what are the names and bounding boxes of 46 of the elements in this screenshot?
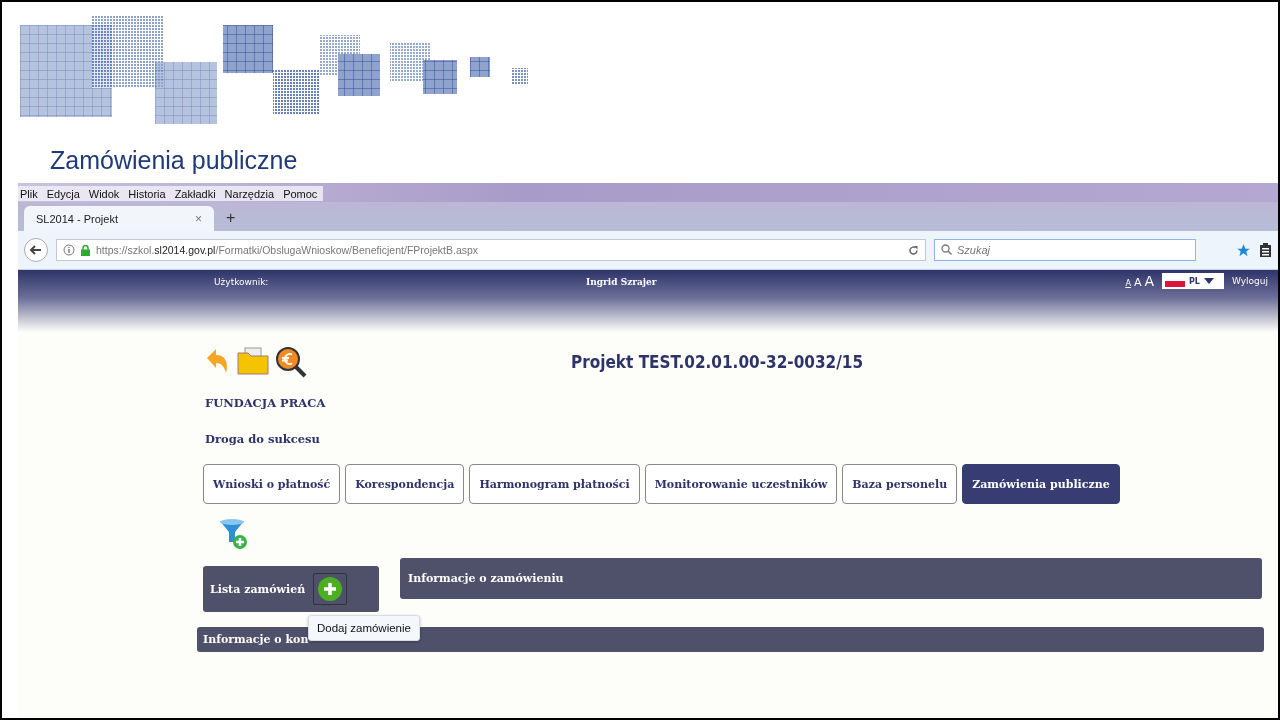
clipboard-icon[interactable] [1259, 242, 1272, 258]
info-icon[interactable] [63, 244, 75, 256]
search-field[interactable]: Szukaj [934, 239, 1196, 261]
menu-item[interactable]: Zakładki [174, 188, 216, 200]
nav-tab[interactable]: Baza personelu [842, 464, 958, 504]
panel-title: Informacje o zamówieniu [408, 572, 564, 585]
nav-tab[interactable]: Harmonogram płatności [469, 464, 640, 504]
menu-item[interactable]: Historia [128, 188, 166, 200]
menu-item[interactable]: Narzędzia [224, 188, 275, 200]
url-text: https://szkol.sl2014.gov.pl/Formatki/ObslugaWnioskow/Beneficjent/FProjektB.aspx [96, 244, 480, 256]
address-bar[interactable]: https://szkol.sl2014.gov.pl/Formatki/ObslugaWnioskow/Beneficjent/FProjektB.aspx [56, 239, 926, 261]
slide-title: Zamówienia publiczne [50, 146, 299, 175]
user-label: Użytkownik: [214, 277, 270, 287]
reload-icon[interactable] [908, 244, 919, 256]
nav-tab[interactable]: Monitorowanie uczestników [644, 464, 838, 504]
browser-tab[interactable]: SL2014 - Projekt × [24, 206, 214, 231]
menu-item[interactable]: Pomoc [283, 188, 318, 200]
star-icon[interactable] [1236, 242, 1251, 258]
panel-title: Informacje o kon [203, 633, 309, 646]
filter-add-icon[interactable] [218, 518, 248, 550]
font-size-link[interactable]: A [1133, 276, 1142, 289]
user-name: Ingrid Szrajer [586, 277, 657, 287]
project-name: Droga do sukcesu [205, 432, 321, 446]
nav-tab[interactable]: Wnioski o płatność [203, 464, 341, 504]
logout-link[interactable]: Wyloguj [1232, 276, 1268, 286]
tab-title: SL2014 - Projekt [36, 212, 118, 225]
add-button[interactable] [313, 573, 348, 605]
lock-icon [81, 244, 90, 256]
panel-title: Lista zamówień [210, 582, 306, 596]
font-size-link[interactable]: A [1144, 273, 1154, 289]
nav-tab[interactable]: Korespondencja [345, 464, 465, 504]
menu-item[interactable]: Widok [88, 188, 120, 200]
euro-magnifier-icon[interactable] [275, 346, 307, 378]
project-title: Projekt TEST.02.01.00-32-0032/15 [571, 352, 864, 372]
nav-tab[interactable]: Zamówienia publiczne [962, 464, 1120, 504]
organization-name: FUNDACJA PRACA [205, 396, 327, 410]
back-button[interactable] [24, 238, 48, 262]
font-size-link[interactable]: A [1125, 279, 1131, 288]
tooltip: Dodaj zamówienie [308, 615, 420, 641]
tab-close-button[interactable]: × [195, 211, 202, 226]
menu-item[interactable]: Plik [20, 188, 38, 200]
menu-item[interactable]: Edycja [46, 188, 80, 200]
language-select[interactable]: PL [1162, 273, 1224, 289]
dropdown-caret-icon [1203, 278, 1214, 284]
new-tab-button[interactable]: + [226, 209, 236, 227]
search-icon [941, 244, 952, 255]
